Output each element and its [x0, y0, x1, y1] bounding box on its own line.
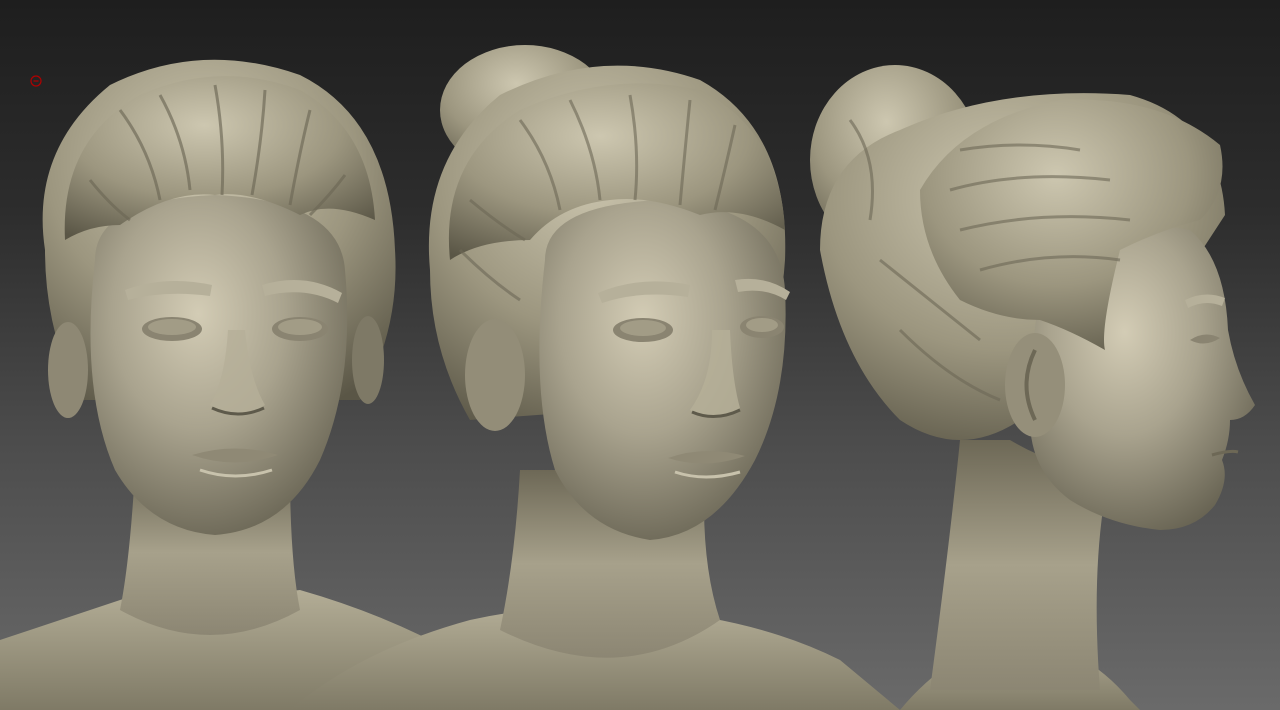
sculpt-viewport[interactable]	[0, 0, 1280, 710]
profile-ear	[1005, 333, 1065, 437]
front-face	[90, 195, 348, 535]
front-view-bust	[0, 59, 440, 710]
profile-view-bust	[810, 65, 1255, 710]
front-left-ear	[48, 322, 88, 418]
sculpt-render	[0, 45, 1255, 710]
tq-face	[539, 200, 786, 540]
front-right-ear	[352, 316, 384, 404]
target-marker-icon	[30, 75, 42, 87]
tq-ear	[465, 319, 525, 431]
